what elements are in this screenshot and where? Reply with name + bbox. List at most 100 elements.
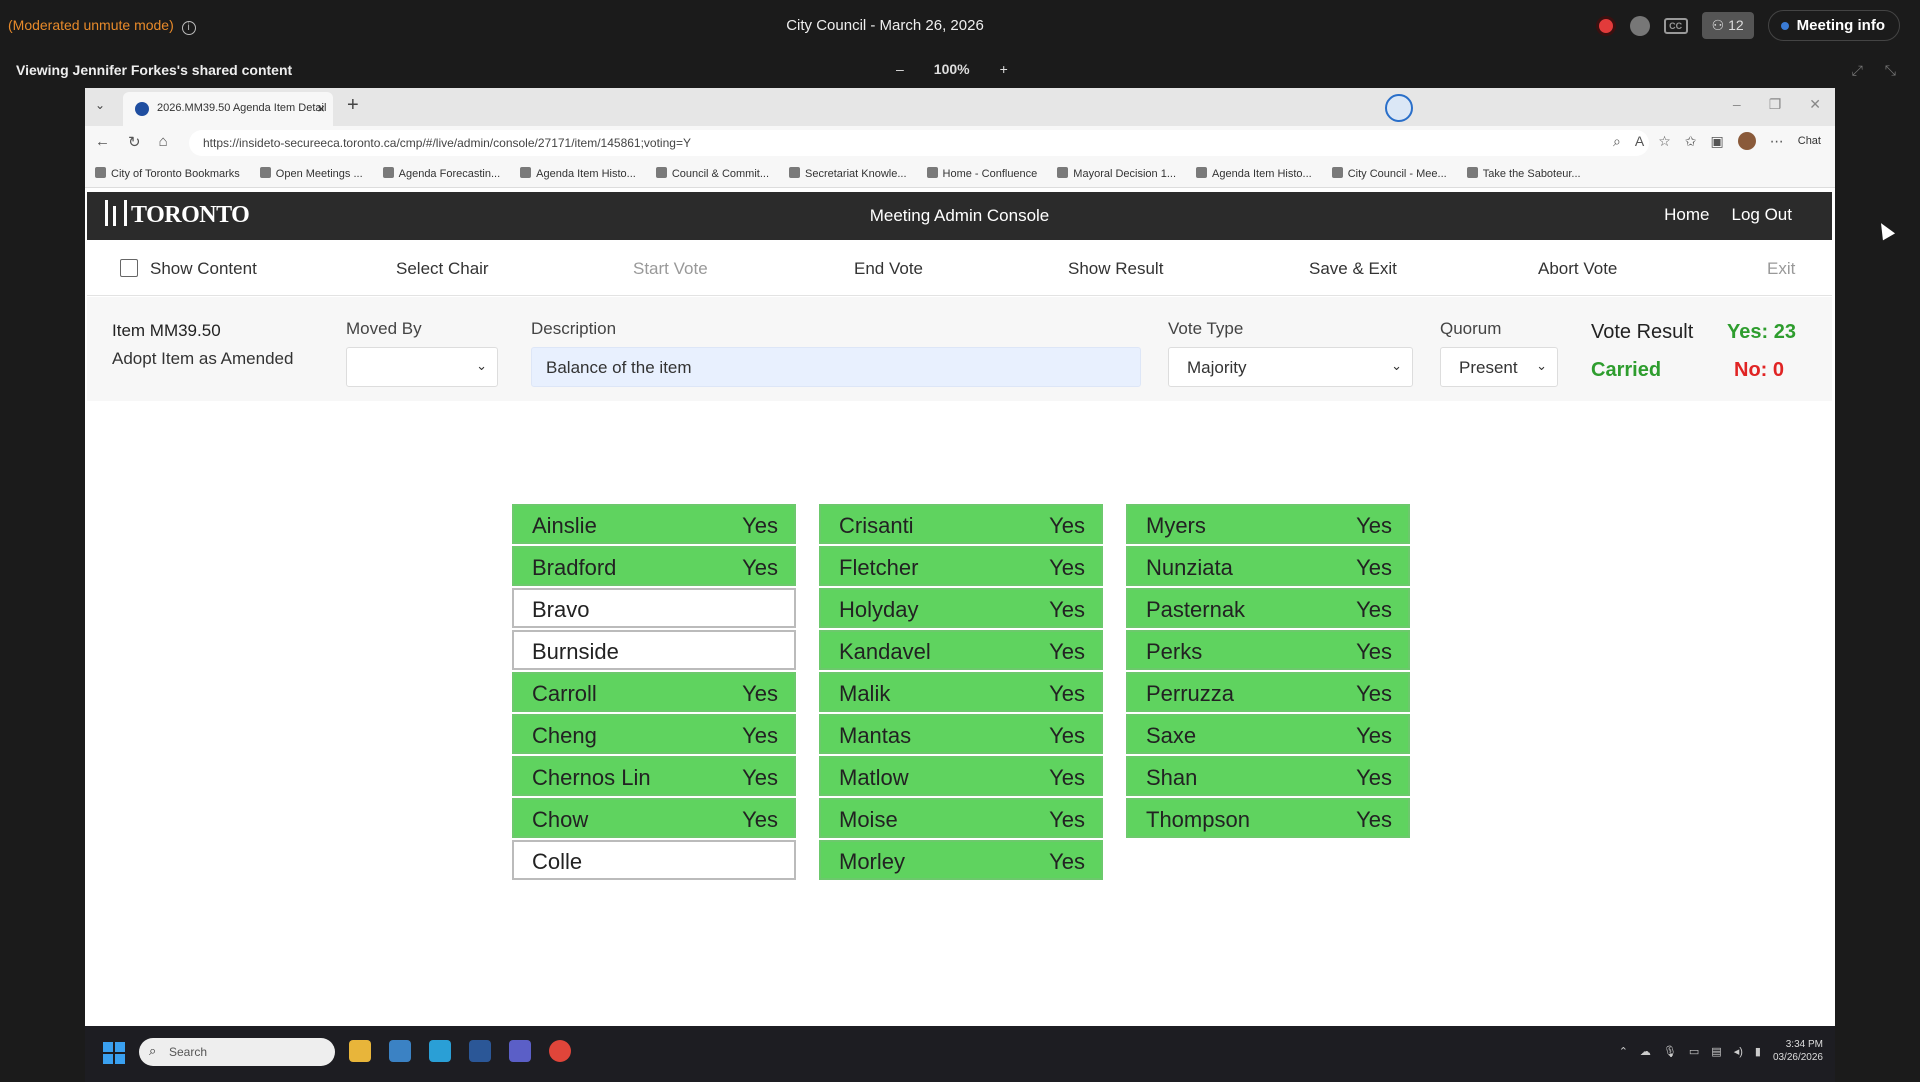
- bookmark-item[interactable]: Council & Commit...: [655, 167, 769, 180]
- vote-cell[interactable]: Chernos Lin Yes: [512, 756, 796, 796]
- vote-cell[interactable]: Carroll Yes: [512, 672, 796, 712]
- bookmark-item[interactable]: Agenda Item Histo...: [520, 167, 636, 180]
- favorites-icon[interactable]: ✩: [1685, 133, 1697, 150]
- volume-icon[interactable]: ◂): [1734, 1045, 1743, 1058]
- home-icon[interactable]: ⌂: [159, 133, 168, 151]
- logout-link[interactable]: Log Out: [1732, 205, 1793, 225]
- copilot-floating-icon[interactable]: [1385, 94, 1413, 122]
- bookmark-item[interactable]: Secretariat Knowle...: [789, 167, 907, 180]
- battery-icon[interactable]: ▮: [1755, 1045, 1761, 1058]
- participants-button[interactable]: ⚇ 12: [1701, 12, 1754, 39]
- description-input[interactable]: Balance of the item: [531, 347, 1141, 387]
- teams-icon[interactable]: [509, 1040, 531, 1062]
- vote-cell[interactable]: Chow Yes: [512, 798, 796, 838]
- bookmark-item[interactable]: Home - Confluence: [926, 167, 1037, 180]
- vote-cell[interactable]: Mantas Yes: [819, 714, 1103, 754]
- vote-cell[interactable]: Moise Yes: [819, 798, 1103, 838]
- zoom-icon[interactable]: ⌕: [1613, 133, 1621, 150]
- taskbar-clock[interactable]: 3:34 PM 03/26/2026: [1773, 1038, 1823, 1064]
- exit-button[interactable]: Exit: [1767, 259, 1795, 279]
- vote-cell[interactable]: Thompson Yes: [1126, 798, 1410, 838]
- home-link[interactable]: Home: [1664, 205, 1709, 225]
- vote-cell[interactable]: Matlow Yes: [819, 756, 1103, 796]
- network-icon[interactable]: ▤: [1711, 1045, 1721, 1058]
- vote-cell[interactable]: Perruzza Yes: [1126, 672, 1410, 712]
- moved-by-select[interactable]: ⌄: [346, 347, 498, 387]
- quorum-select[interactable]: Present ⌄: [1440, 347, 1558, 387]
- vote-cell[interactable]: Burnside: [512, 630, 796, 670]
- reactions-icon[interactable]: [1629, 15, 1650, 36]
- bookmark-item[interactable]: City of Toronto Bookmarks: [95, 167, 240, 180]
- file-explorer-icon[interactable]: [349, 1040, 371, 1062]
- abort-vote-button[interactable]: Abort Vote: [1538, 259, 1617, 279]
- member-vote: Yes: [1356, 513, 1392, 538]
- vote-cell[interactable]: Cheng Yes: [512, 714, 796, 754]
- onedrive-icon[interactable]: ☁: [1640, 1045, 1651, 1058]
- vote-type-select[interactable]: Majority ⌄: [1168, 347, 1413, 387]
- meeting-info-button[interactable]: Meeting info: [1767, 10, 1900, 41]
- mic-icon[interactable]: 🎙: [1663, 1045, 1677, 1058]
- display-icon[interactable]: ▭: [1689, 1045, 1699, 1058]
- tray-chevron-icon[interactable]: ⌃: [1619, 1045, 1628, 1058]
- new-tab-button[interactable]: +: [347, 94, 359, 117]
- vote-cell[interactable]: Fletcher Yes: [819, 546, 1103, 586]
- start-vote-button[interactable]: Start Vote: [633, 259, 708, 279]
- copilot-button[interactable]: Chat: [1798, 135, 1821, 147]
- more-icon[interactable]: ⋯: [1770, 133, 1784, 150]
- vote-cell[interactable]: Nunziata Yes: [1126, 546, 1410, 586]
- viewing-shared-content-label: Viewing Jennifer Forkes's shared content: [16, 62, 293, 78]
- read-aloud-icon[interactable]: A: [1635, 133, 1644, 149]
- vote-cell[interactable]: Ainslie Yes: [512, 504, 796, 544]
- vote-cell[interactable]: Bravo: [512, 588, 796, 628]
- taskbar-search[interactable]: ⌕ Search: [139, 1038, 335, 1066]
- zoom-in-button[interactable]: +: [1000, 61, 1008, 77]
- bookmark-item[interactable]: Agenda Forecastin...: [382, 167, 500, 180]
- bookmark-item[interactable]: Take the Saboteur...: [1466, 167, 1581, 180]
- vote-cell[interactable]: Crisanti Yes: [819, 504, 1103, 544]
- windows-start-icon[interactable]: [103, 1042, 125, 1064]
- bookmark-item[interactable]: Mayoral Decision 1...: [1057, 167, 1176, 180]
- tab-close-icon[interactable]: ×: [317, 101, 325, 116]
- vote-cell[interactable]: Malik Yes: [819, 672, 1103, 712]
- outlook-icon[interactable]: [389, 1040, 411, 1062]
- tab-list-chevron-icon[interactable]: ⌄: [95, 98, 105, 112]
- vote-cell[interactable]: Holyday Yes: [819, 588, 1103, 628]
- popout-icon[interactable]: ⤢: [1852, 62, 1863, 79]
- vote-cell[interactable]: Bradford Yes: [512, 546, 796, 586]
- vote-cell[interactable]: Pasternak Yes: [1126, 588, 1410, 628]
- vote-cell[interactable]: Kandavel Yes: [819, 630, 1103, 670]
- back-icon[interactable]: ←: [95, 133, 110, 151]
- favorite-star-icon[interactable]: ☆: [1658, 133, 1671, 150]
- minimize-icon[interactable]: –: [1733, 96, 1741, 113]
- bookmark-item[interactable]: City Council - Mee...: [1331, 167, 1447, 180]
- vote-cell[interactable]: Perks Yes: [1126, 630, 1410, 670]
- refresh-icon[interactable]: ↻: [128, 133, 141, 151]
- profile-avatar[interactable]: [1737, 132, 1756, 150]
- collections-icon[interactable]: ▣: [1711, 133, 1724, 150]
- restore-icon[interactable]: ❐: [1769, 96, 1782, 113]
- zoom-out-button[interactable]: –: [896, 61, 904, 77]
- bookmark-item[interactable]: Agenda Item Histo...: [1196, 167, 1312, 180]
- vote-cell[interactable]: Saxe Yes: [1126, 714, 1410, 754]
- vote-cell[interactable]: Shan Yes: [1126, 756, 1410, 796]
- show-result-button[interactable]: Show Result: [1068, 259, 1163, 279]
- url-field[interactable]: https://insideto-secureeca.toronto.ca/cm…: [189, 130, 1649, 156]
- captions-icon[interactable]: CC: [1663, 17, 1688, 34]
- show-content-toggle[interactable]: Show Content: [120, 259, 257, 279]
- save-exit-button[interactable]: Save & Exit: [1309, 259, 1397, 279]
- member-vote: Yes: [1356, 555, 1392, 580]
- member-name: Fletcher: [839, 555, 919, 580]
- edge-icon[interactable]: [429, 1040, 451, 1062]
- vote-cell[interactable]: Myers Yes: [1126, 504, 1410, 544]
- word-icon[interactable]: [469, 1040, 491, 1062]
- vote-cell[interactable]: Morley Yes: [819, 840, 1103, 880]
- fullscreen-icon[interactable]: ⤡: [1885, 62, 1896, 79]
- browser-tab[interactable]: 2026.MM39.50 Agenda Item Detail ×: [123, 92, 333, 126]
- show-content-checkbox[interactable]: [120, 259, 138, 277]
- select-chair-button[interactable]: Select Chair: [396, 259, 489, 279]
- vote-cell[interactable]: Colle: [512, 840, 796, 880]
- bookmark-item[interactable]: Open Meetings ...: [259, 167, 363, 180]
- end-vote-button[interactable]: End Vote: [854, 259, 923, 279]
- chrome-icon[interactable]: [549, 1040, 571, 1062]
- close-window-icon[interactable]: ✕: [1809, 96, 1821, 113]
